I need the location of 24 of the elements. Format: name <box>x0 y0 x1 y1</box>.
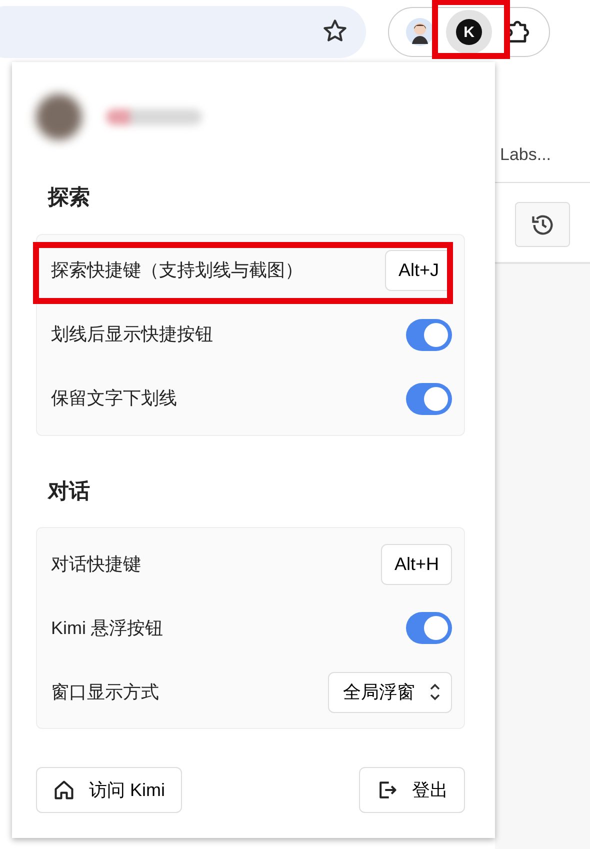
section-title: 对话 <box>48 478 91 504</box>
toggle-switch[interactable] <box>406 318 452 350</box>
setting-label: 保留文字下划线 <box>51 387 177 410</box>
history-button[interactable] <box>515 202 570 247</box>
popup-button[interactable]: 登出 <box>359 767 465 813</box>
setting-label: 窗口显示方式 <box>51 680 159 704</box>
bookmark-star-icon[interactable] <box>322 18 348 44</box>
avatar <box>36 94 82 140</box>
display-mode-select[interactable]: 全局浮窗 <box>328 672 452 712</box>
extension-button[interactable]: K <box>446 10 492 54</box>
home-icon <box>53 779 75 801</box>
setting-label: 划线后显示快捷按钮 <box>51 323 213 346</box>
setting-label: Kimi 悬浮按钮 <box>51 616 163 640</box>
setting-label: 对话快捷键 <box>51 552 141 576</box>
link-text[interactable]: Labs... <box>500 142 552 168</box>
shortcut-key-button[interactable]: Alt+H <box>381 544 452 584</box>
toggle-switch[interactable] <box>406 382 452 414</box>
avatar-icon <box>406 18 434 46</box>
chevron-updown-icon <box>429 682 441 702</box>
logo-icon: K <box>456 19 482 45</box>
setting-label: 探索快捷键（支持划线与截图） <box>51 259 303 282</box>
popup-button[interactable]: 访问 Kimi <box>36 767 182 813</box>
toggle-switch[interactable] <box>406 612 452 644</box>
section-title: 探索 <box>48 185 91 211</box>
